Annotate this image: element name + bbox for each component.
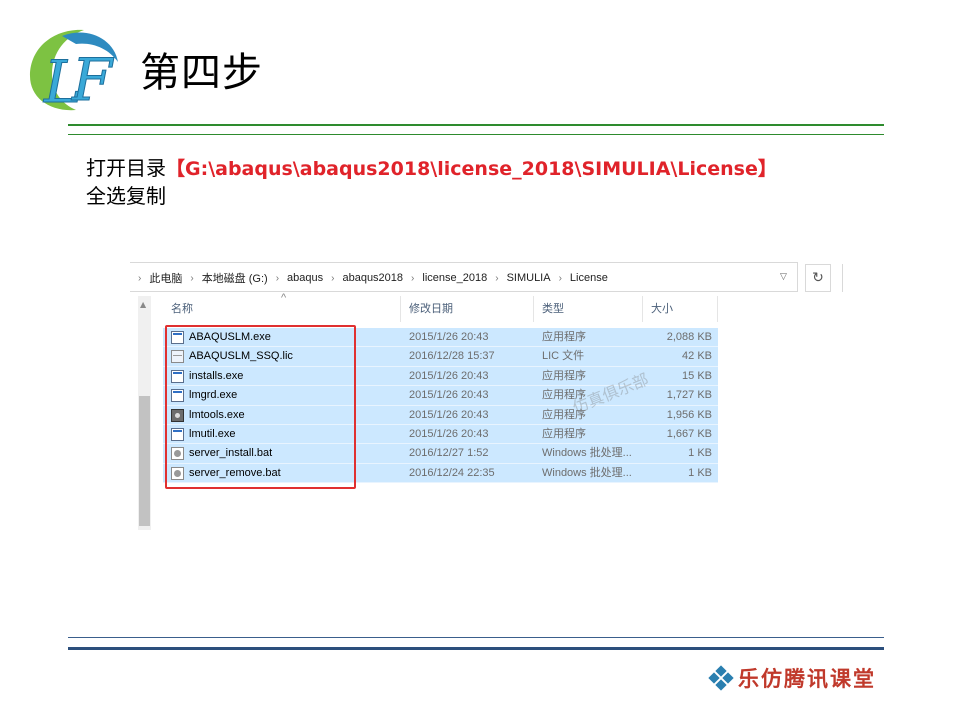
breadcrumb-abaqus[interactable]: abaqus <box>287 272 323 284</box>
file-type: 应用程序 <box>542 369 586 382</box>
file-size: 1 KB <box>688 466 712 479</box>
breadcrumb-separator-icon: › <box>411 272 415 284</box>
breadcrumb-abaqus2018[interactable]: abaqus2018 <box>342 272 403 284</box>
file-type: 应用程序 <box>542 331 586 343</box>
header-divider <box>68 124 884 126</box>
file-date: 2015/1/26 20:43 <box>409 389 489 402</box>
file-explorer-window: › 此电脑 › 本地磁盘 (G:) › abaqus › abaqus2018 … <box>130 262 846 530</box>
file-type: LIC 文件 <box>542 350 585 363</box>
file-date: 2015/1/26 20:43 <box>409 369 489 382</box>
svg-text:F: F <box>71 46 114 114</box>
file-type: Windows 批处理... <box>542 447 632 460</box>
column-header-type[interactable]: 类型 <box>534 296 643 322</box>
breadcrumb-this-pc[interactable]: 此电脑 <box>149 270 182 286</box>
diamond-cluster-icon <box>708 665 734 691</box>
lf-logo-icon: L F <box>30 29 118 117</box>
header-divider-thin <box>68 134 884 135</box>
address-bar[interactable]: › 此电脑 › 本地磁盘 (G:) › abaqus › abaqus2018 … <box>130 262 798 292</box>
file-date: 2016/12/24 22:35 <box>409 466 495 479</box>
file-date: 2016/12/28 15:37 <box>409 350 495 363</box>
file-type: Windows 批处理... <box>542 466 632 479</box>
file-size: 2,088 KB <box>666 331 712 343</box>
footer-brand-text: 乐仿腾讯课堂 <box>738 666 876 691</box>
breadcrumb-separator-icon: › <box>495 272 499 284</box>
breadcrumb: › 此电脑 › 本地磁盘 (G:) › abaqus › abaqus2018 … <box>130 270 608 286</box>
breadcrumb-separator-icon: › <box>275 272 280 284</box>
file-type: 应用程序 <box>542 427 586 440</box>
footer-divider-thin <box>68 637 884 638</box>
footer-divider <box>68 647 884 650</box>
file-date: 2016/12/27 1:52 <box>409 447 489 460</box>
breadcrumb-separator-icon: › <box>558 272 562 284</box>
search-box-edge[interactable] <box>842 264 846 292</box>
file-date: 2015/1/26 20:43 <box>409 408 489 421</box>
footer-brand: 乐仿腾讯课堂 <box>708 663 876 693</box>
column-header-name[interactable]: 名称 <box>163 296 401 322</box>
scrollbar-thumb[interactable] <box>139 396 150 526</box>
refresh-icon: ↻ <box>812 270 824 286</box>
address-dropdown-icon[interactable]: ▽ <box>780 271 787 282</box>
breadcrumb-separator-icon: › <box>331 272 335 284</box>
column-header-date[interactable]: 修改日期 <box>401 296 534 322</box>
breadcrumb-simulia[interactable]: SIMULIA <box>507 272 551 284</box>
file-size: 1,667 KB <box>666 427 712 440</box>
column-header-row: ^ 名称 修改日期 类型 大小 <box>163 292 718 322</box>
file-size: 1 KB <box>688 447 712 460</box>
breadcrumb-drive-g[interactable]: 本地磁盘 (G:) <box>202 270 268 286</box>
breadcrumb-license[interactable]: License <box>570 272 608 284</box>
file-size: 1,956 KB <box>666 408 712 421</box>
breadcrumb-separator-icon: › <box>138 272 142 284</box>
file-date: 2015/1/26 20:43 <box>409 331 489 343</box>
file-size: 42 KB <box>682 350 712 363</box>
instruction-line-1: 打开目录【G:\abaqus\abaqus2018\license_2018\S… <box>86 155 777 183</box>
column-header-size[interactable]: 大小 <box>643 296 718 322</box>
highlight-frame <box>165 325 356 489</box>
breadcrumb-separator-icon: › <box>190 272 194 284</box>
instruction-text: 打开目录【G:\abaqus\abaqus2018\license_2018\S… <box>86 155 777 210</box>
instruction-path: 【G:\abaqus\abaqus2018\license_2018\SIMUL… <box>166 158 777 180</box>
instruction-line-2: 全选复制 <box>86 184 166 208</box>
scroll-up-arrow-icon[interactable]: ▲ <box>140 300 146 309</box>
refresh-button[interactable]: ↻ <box>805 264 831 292</box>
breadcrumb-license-2018[interactable]: license_2018 <box>422 272 487 284</box>
file-size: 1,727 KB <box>666 389 712 402</box>
file-date: 2015/1/26 20:43 <box>409 427 489 440</box>
vertical-scrollbar[interactable]: ▲ <box>138 296 151 530</box>
slide-title: 第四步 <box>140 50 263 96</box>
file-size: 15 KB <box>682 369 712 382</box>
instruction-prefix: 打开目录 <box>86 156 166 180</box>
